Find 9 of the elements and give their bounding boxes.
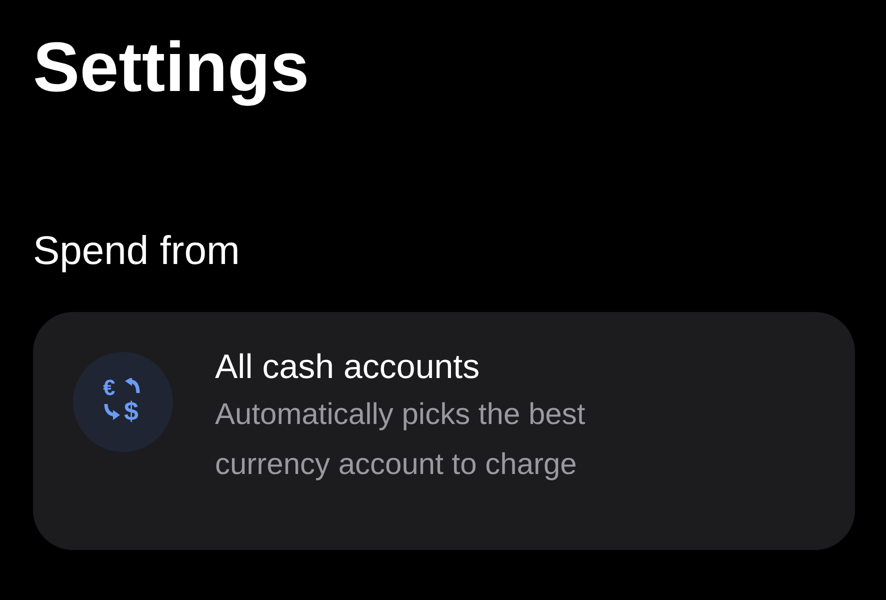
page-title: Settings: [33, 27, 310, 108]
arrow-icon: [125, 378, 141, 396]
account-option[interactable]: € $ All cash accounts Automatically picks the best currency account to charge: [33, 312, 855, 550]
euro-sign: €: [103, 376, 116, 400]
dollar-sign: $: [124, 397, 138, 425]
section-heading: Spend from: [33, 228, 240, 275]
option-title: All cash accounts: [215, 347, 480, 388]
arrow-icon: [103, 402, 121, 420]
option-description: Automatically picks the best currency account to charge: [215, 397, 586, 483]
